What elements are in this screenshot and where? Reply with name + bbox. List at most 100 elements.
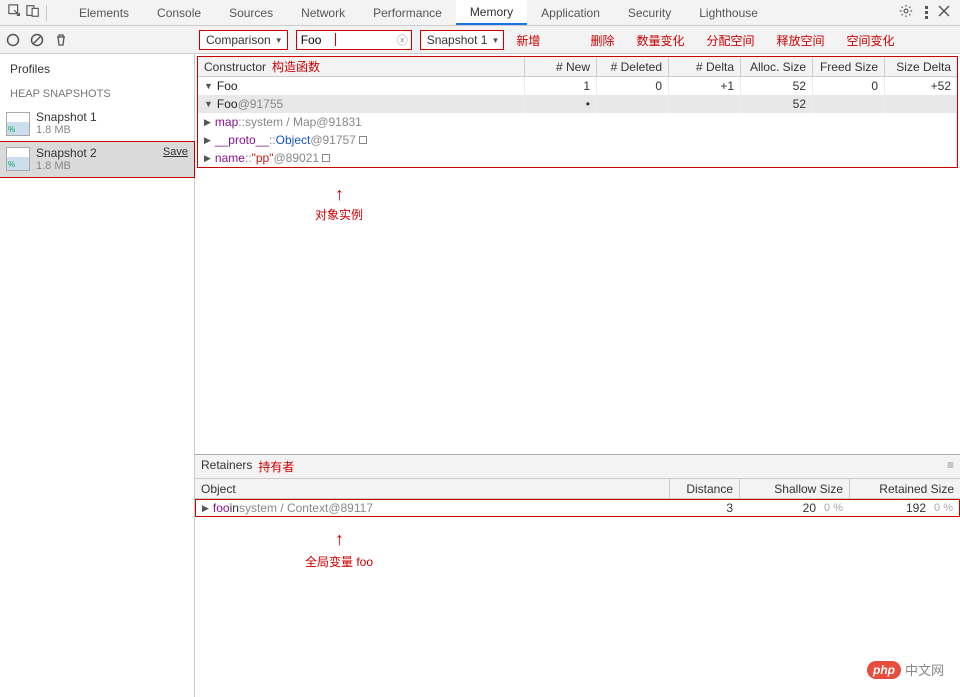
view-select[interactable]: Comparison: [199, 30, 288, 50]
object-id: @89117: [328, 501, 373, 515]
cell-new: •: [525, 95, 597, 113]
record-icon[interactable]: [6, 33, 20, 47]
chevron-right-icon[interactable]: ▶: [204, 135, 211, 146]
kebab-icon[interactable]: [923, 6, 928, 19]
cell-deleted: [597, 95, 669, 113]
chevron-right-icon[interactable]: ▶: [204, 117, 211, 128]
class-filter[interactable]: ⓧ: [296, 30, 412, 50]
snapshot-item-1[interactable]: % Snapshot 1 1.8 MB: [0, 106, 194, 142]
prop-name: map: [215, 115, 238, 129]
chevron-right-icon[interactable]: ▶: [204, 153, 211, 164]
main-area: Profiles HEAP SNAPSHOTS % Snapshot 1 1.8…: [0, 54, 960, 697]
sep: ::: [245, 151, 252, 165]
snapshot-save-link[interactable]: Save: [163, 146, 188, 158]
tab-lighthouse[interactable]: Lighthouse: [685, 0, 772, 25]
chevron-down-icon[interactable]: ▼: [204, 99, 213, 109]
chevron-down-icon[interactable]: ▼: [204, 81, 213, 91]
tab-console[interactable]: Console: [143, 0, 215, 25]
base-snapshot-select[interactable]: Snapshot 1: [420, 30, 505, 50]
snapshot-icon: %: [6, 147, 30, 171]
retainers-header: Object Distance Shallow Size Retained Si…: [195, 479, 960, 499]
link-icon[interactable]: [359, 136, 367, 144]
col-shallow[interactable]: Shallow Size: [740, 479, 850, 498]
prop-type: Object: [276, 133, 311, 147]
col-distance[interactable]: Distance: [670, 479, 740, 498]
comparison-grid: Constructor 构造函数 # New # Deleted # Delta…: [197, 56, 958, 168]
cell-freed: [813, 95, 885, 113]
link-icon[interactable]: [322, 154, 330, 162]
column-annotations: 新增 删除 数量变化 分配空间 释放空间 空间变化: [516, 32, 894, 49]
col-delta[interactable]: # Delta: [669, 57, 741, 76]
clear-filter-icon[interactable]: ⓧ: [397, 32, 408, 48]
col-constructor-label: Constructor: [204, 60, 266, 74]
cell-freed: 0: [813, 77, 885, 95]
grid-body: ▼Foo 1 0 +1 52 0 +52 ▼Foo @91755 • 52: [198, 77, 957, 167]
table-row[interactable]: ▶map :: system / Map @91831: [198, 113, 957, 131]
view-select-label: Comparison: [206, 33, 271, 47]
gear-icon[interactable]: [899, 4, 913, 21]
devtools-top-bar: Elements Console Sources Network Perform…: [0, 0, 960, 26]
cell-alloc: 52: [741, 77, 813, 95]
snapshot-size: 1.8 MB: [36, 124, 97, 137]
table-row[interactable]: ▼Foo 1 0 +1 52 0 +52: [198, 77, 957, 95]
prop-type: system / Map: [245, 115, 316, 129]
annot-delta: 数量变化: [636, 32, 684, 49]
device-icon[interactable]: [26, 4, 40, 21]
col-constructor-annot: 构造函数: [272, 58, 320, 75]
tab-security[interactable]: Security: [614, 0, 685, 25]
tab-elements[interactable]: Elements: [65, 0, 143, 25]
sidebar-title: Profiles: [0, 54, 194, 82]
retainers-panel: Retainers 持有者 ≡ Object Distance Shallow …: [195, 454, 960, 697]
inspect-icon[interactable]: [8, 4, 22, 21]
snapshot-item-2[interactable]: % Snapshot 2 1.8 MB Save: [0, 142, 194, 178]
instance-annotation: 对象实例: [315, 206, 363, 223]
col-object[interactable]: Object: [195, 479, 670, 498]
menu-icon[interactable]: ≡: [947, 458, 954, 475]
col-freed[interactable]: Freed Size: [813, 57, 885, 76]
sidebar-section: HEAP SNAPSHOTS: [0, 82, 194, 106]
tab-memory[interactable]: Memory: [456, 0, 527, 25]
table-row[interactable]: ▼Foo @91755 • 52: [198, 95, 957, 113]
col-size[interactable]: Size Delta: [885, 57, 957, 76]
col-deleted[interactable]: # Deleted: [597, 57, 669, 76]
cell-retained: 1920 %: [849, 500, 959, 516]
watermark-badge: php: [867, 661, 901, 679]
cell-distance: 3: [669, 500, 739, 516]
cell-alloc: 52: [741, 95, 813, 113]
object-id: @91757: [310, 133, 356, 147]
divider: [46, 5, 47, 21]
profiles-sidebar: Profiles HEAP SNAPSHOTS % Snapshot 1 1.8…: [0, 54, 195, 697]
retainer-row[interactable]: ▶foo in system / Context @89117 3 200 % …: [195, 499, 960, 517]
tab-application[interactable]: Application: [527, 0, 614, 25]
prop-name: name: [215, 151, 245, 165]
col-new[interactable]: # New: [525, 57, 597, 76]
base-select-label: Snapshot 1: [427, 33, 488, 47]
col-alloc[interactable]: Alloc. Size: [741, 57, 813, 76]
tab-performance[interactable]: Performance: [359, 0, 456, 25]
trash-icon[interactable]: [54, 33, 68, 47]
constructor-name: Foo: [217, 79, 238, 93]
class-filter-input[interactable]: [301, 33, 393, 47]
tab-network[interactable]: Network: [287, 0, 359, 25]
close-icon[interactable]: [938, 5, 950, 20]
retainer-prop: foo: [213, 501, 230, 515]
grid-header: Constructor 构造函数 # New # Deleted # Delta…: [198, 57, 957, 77]
retainers-body: ↑ 全局变量 foo: [195, 517, 960, 697]
chevron-right-icon[interactable]: ▶: [202, 503, 209, 514]
annot-freed: 释放空间: [776, 32, 824, 49]
top-tabs: Elements Console Sources Network Perform…: [65, 0, 772, 25]
tab-sources[interactable]: Sources: [215, 0, 287, 25]
cell-delta: +1: [669, 77, 741, 95]
col-retained[interactable]: Retained Size: [850, 479, 960, 498]
table-row[interactable]: ▶ name :: "pp" @89021: [198, 149, 957, 167]
cell-delta: [669, 95, 741, 113]
table-row[interactable]: ▶__proto__ :: Object @91757: [198, 131, 957, 149]
sep: ::: [269, 133, 276, 147]
col-constructor[interactable]: Constructor 构造函数: [198, 57, 525, 76]
object-id: @89021: [274, 151, 320, 165]
watermark: php 中文网: [867, 660, 944, 679]
prop-value: "pp": [252, 151, 274, 165]
clear-icon[interactable]: [30, 33, 44, 47]
arrow-icon: ↑: [335, 529, 344, 550]
snapshot-list: % Snapshot 1 1.8 MB % Snapshot 2 1.8 MB …: [0, 106, 194, 177]
